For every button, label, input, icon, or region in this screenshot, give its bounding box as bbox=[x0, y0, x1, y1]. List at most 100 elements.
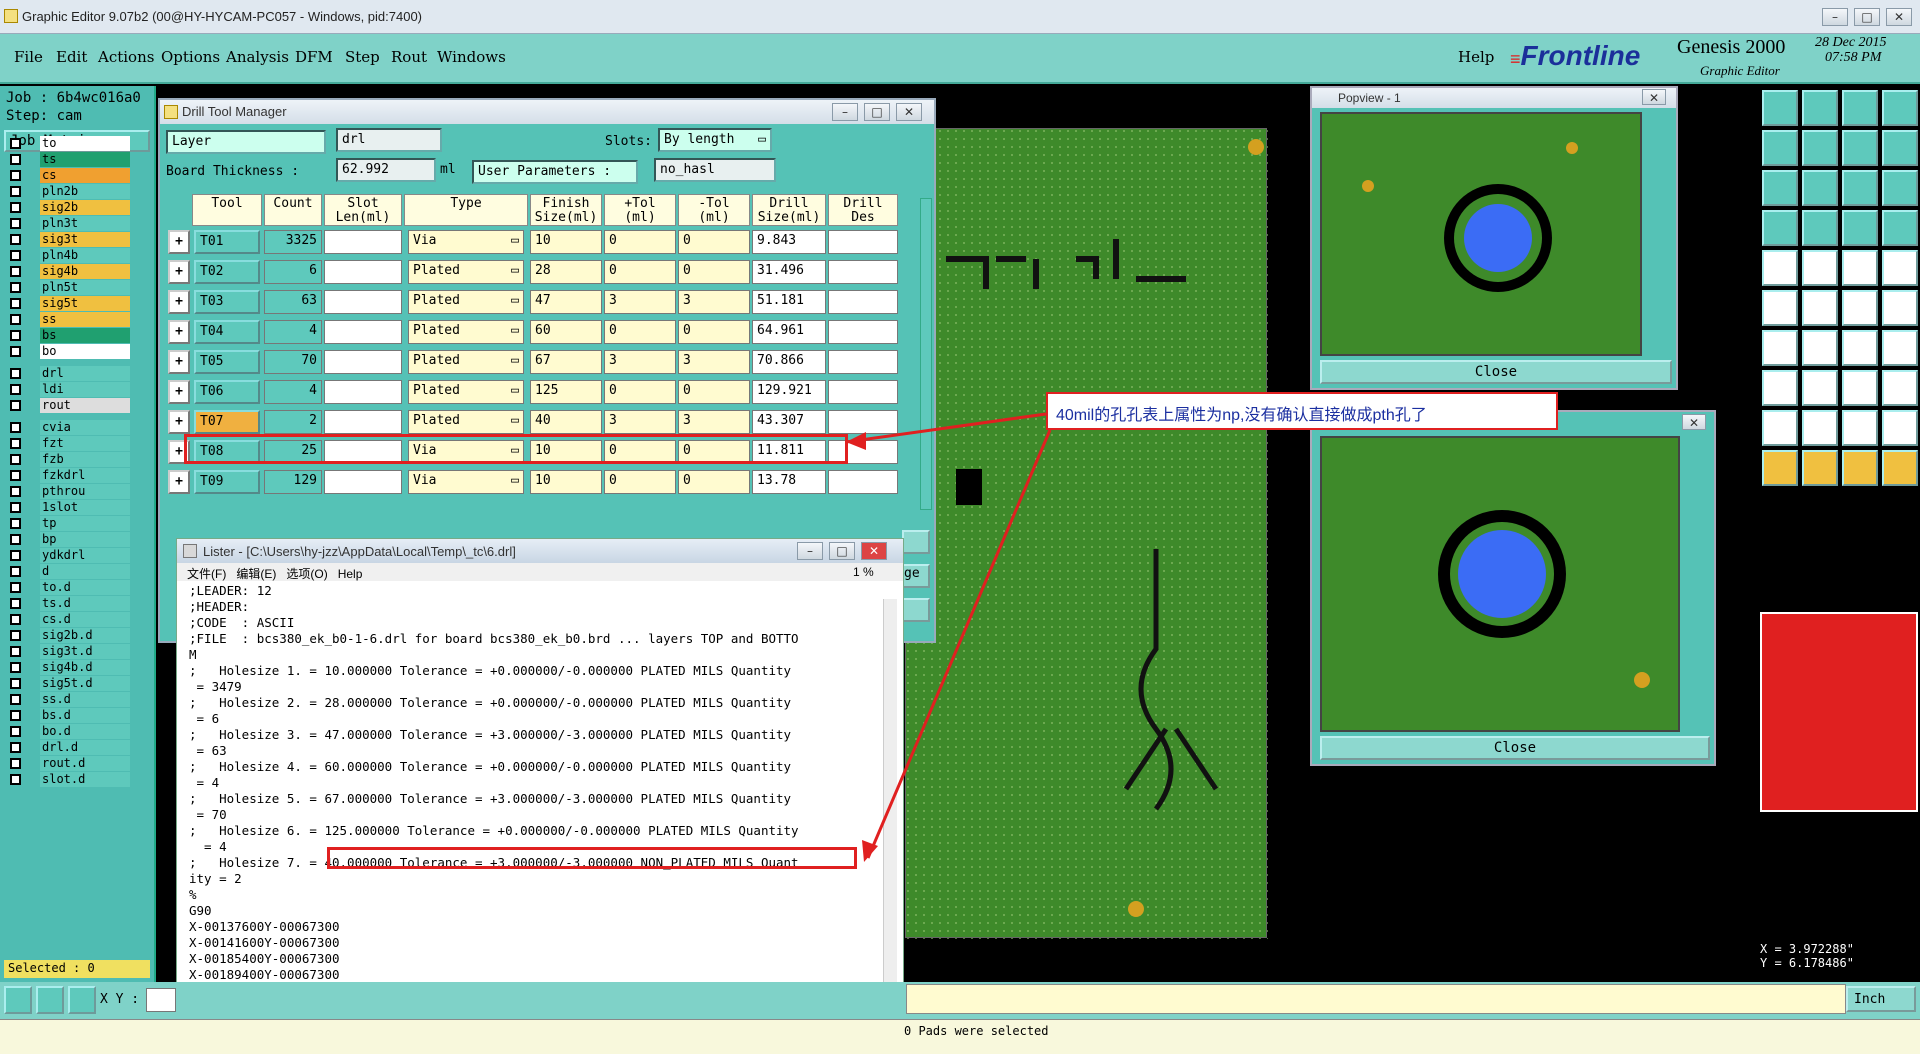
minimize-button[interactable]: – bbox=[1822, 8, 1848, 26]
finish-size-input[interactable]: 10 bbox=[530, 470, 602, 494]
tool-icon[interactable] bbox=[1842, 90, 1878, 126]
minus-tol-input[interactable]: 0 bbox=[678, 470, 750, 494]
tool-icon[interactable] bbox=[1842, 250, 1878, 286]
slot-length-input[interactable] bbox=[324, 320, 402, 344]
menu-windows[interactable]: Windows bbox=[437, 48, 506, 66]
layer-checkbox[interactable] bbox=[10, 330, 21, 341]
tool-button[interactable]: T02 bbox=[194, 260, 260, 284]
tool-icon[interactable] bbox=[1882, 210, 1918, 246]
popview-2-image[interactable] bbox=[1320, 436, 1680, 732]
lister-minimize-button[interactable]: – bbox=[797, 542, 823, 560]
dtm-close-button[interactable]: ✕ bbox=[896, 103, 922, 121]
tool-icon[interactable] bbox=[1882, 290, 1918, 326]
popview-1-image[interactable] bbox=[1320, 112, 1642, 356]
board-thickness-input[interactable]: 62.992 bbox=[336, 158, 436, 182]
tool-icon[interactable] bbox=[1842, 370, 1878, 406]
tool-icon[interactable] bbox=[1802, 130, 1838, 166]
tool-icon[interactable] bbox=[1882, 370, 1918, 406]
tool-icon[interactable] bbox=[1762, 90, 1798, 126]
layer-checkbox[interactable] bbox=[10, 154, 21, 165]
lister-maximize-button[interactable]: □ bbox=[829, 542, 855, 560]
drill-size-input[interactable]: 51.181 bbox=[752, 290, 826, 314]
layer-input[interactable]: drl bbox=[336, 128, 442, 152]
layer-row[interactable]: ss.d bbox=[8, 692, 130, 707]
dtm-minimize-button[interactable]: – bbox=[832, 103, 858, 121]
layer-row[interactable]: sig4b.d bbox=[8, 660, 130, 675]
layer-checkbox[interactable] bbox=[10, 566, 21, 577]
layer-checkbox[interactable] bbox=[10, 662, 21, 673]
layer-checkbox[interactable] bbox=[10, 758, 21, 769]
slot-length-input[interactable] bbox=[324, 290, 402, 314]
popview-1-close-button[interactable]: Close bbox=[1320, 360, 1672, 384]
tool-icon[interactable] bbox=[1882, 170, 1918, 206]
drill-size-input[interactable]: 13.78 bbox=[752, 470, 826, 494]
tool-table-scrollbar[interactable] bbox=[920, 198, 932, 510]
finish-size-input[interactable]: 10 bbox=[530, 230, 602, 254]
minus-tol-input[interactable]: 3 bbox=[678, 290, 750, 314]
side-button-1[interactable] bbox=[902, 530, 930, 554]
tool-icon[interactable] bbox=[1802, 450, 1838, 486]
layer-checkbox[interactable] bbox=[10, 534, 21, 545]
dtm-maximize-button[interactable]: □ bbox=[864, 103, 890, 121]
command-field[interactable] bbox=[906, 984, 1846, 1014]
drill-des-input[interactable] bbox=[828, 470, 898, 494]
minus-tol-input[interactable]: 0 bbox=[678, 320, 750, 344]
expand-row-button[interactable]: + bbox=[168, 320, 190, 344]
tool-icon[interactable] bbox=[1762, 410, 1798, 446]
tool-icon[interactable] bbox=[1802, 410, 1838, 446]
layer-checkbox[interactable] bbox=[10, 314, 21, 325]
menu-file[interactable]: File bbox=[14, 48, 43, 66]
plus-tol-input[interactable]: 3 bbox=[604, 410, 676, 434]
plus-tol-input[interactable]: 0 bbox=[604, 380, 676, 404]
popview-2-close-button[interactable]: Close bbox=[1320, 736, 1710, 760]
slots-dropdown[interactable]: By length ▭ bbox=[658, 128, 772, 152]
drill-size-input[interactable]: 129.921 bbox=[752, 380, 826, 404]
units-dropdown[interactable]: Inch bbox=[1846, 986, 1916, 1012]
plus-tol-input[interactable]: 0 bbox=[604, 320, 676, 344]
lister-menu-options[interactable]: 选项(O) bbox=[286, 567, 327, 581]
layer-row[interactable]: ss bbox=[8, 312, 130, 327]
layer-row[interactable]: to bbox=[8, 136, 130, 151]
menu-rout[interactable]: Rout bbox=[391, 48, 427, 66]
type-dropdown[interactable]: Via ▭ bbox=[408, 230, 524, 254]
tool-icon[interactable] bbox=[1842, 450, 1878, 486]
layer-checkbox[interactable] bbox=[10, 368, 21, 379]
layer-checkbox[interactable] bbox=[10, 266, 21, 277]
layer-checkbox[interactable] bbox=[10, 346, 21, 357]
expand-row-button[interactable]: + bbox=[168, 230, 190, 254]
layer-row[interactable]: ts bbox=[8, 152, 130, 167]
drill-des-input[interactable] bbox=[828, 350, 898, 374]
lister-menu-edit[interactable]: 编辑(E) bbox=[236, 567, 276, 581]
layer-checkbox[interactable] bbox=[10, 630, 21, 641]
pcb-board-view[interactable] bbox=[905, 128, 1268, 939]
plus-tol-input[interactable]: 0 bbox=[604, 230, 676, 254]
expand-row-button[interactable]: + bbox=[168, 290, 190, 314]
tool-icon[interactable] bbox=[1842, 330, 1878, 366]
layer-checkbox[interactable] bbox=[10, 202, 21, 213]
layer-row[interactable]: fzt bbox=[8, 436, 130, 451]
tool-icon[interactable] bbox=[1762, 130, 1798, 166]
layer-checkbox[interactable] bbox=[10, 502, 21, 513]
slot-length-input[interactable] bbox=[324, 410, 402, 434]
layer-checkbox[interactable] bbox=[10, 646, 21, 657]
layer-row[interactable]: sig2b bbox=[8, 200, 130, 215]
layer-checkbox[interactable] bbox=[10, 726, 21, 737]
layer-row[interactable]: fzkdrl bbox=[8, 468, 130, 483]
user-params-input[interactable]: no_hasl bbox=[654, 158, 776, 182]
layer-checkbox[interactable] bbox=[10, 454, 21, 465]
menu-options[interactable]: Options bbox=[161, 48, 220, 66]
tool-button[interactable]: T03 bbox=[194, 290, 260, 314]
popview-2-close-icon[interactable]: ✕ bbox=[1682, 414, 1706, 430]
close-button[interactable]: ✕ bbox=[1886, 8, 1912, 26]
slot-length-input[interactable] bbox=[324, 230, 402, 254]
layer-row[interactable]: bp bbox=[8, 532, 130, 547]
tool-icon[interactable] bbox=[1882, 90, 1918, 126]
layer-row[interactable]: cs.d bbox=[8, 612, 130, 627]
lister-menu-file[interactable]: 文件(F) bbox=[187, 567, 226, 581]
tool-icon[interactable] bbox=[1762, 330, 1798, 366]
layer-checkbox[interactable] bbox=[10, 438, 21, 449]
layer-checkbox[interactable] bbox=[10, 774, 21, 785]
tool-icon[interactable] bbox=[1882, 450, 1918, 486]
tool-icon[interactable] bbox=[1762, 250, 1798, 286]
tool-icon[interactable] bbox=[1842, 290, 1878, 326]
